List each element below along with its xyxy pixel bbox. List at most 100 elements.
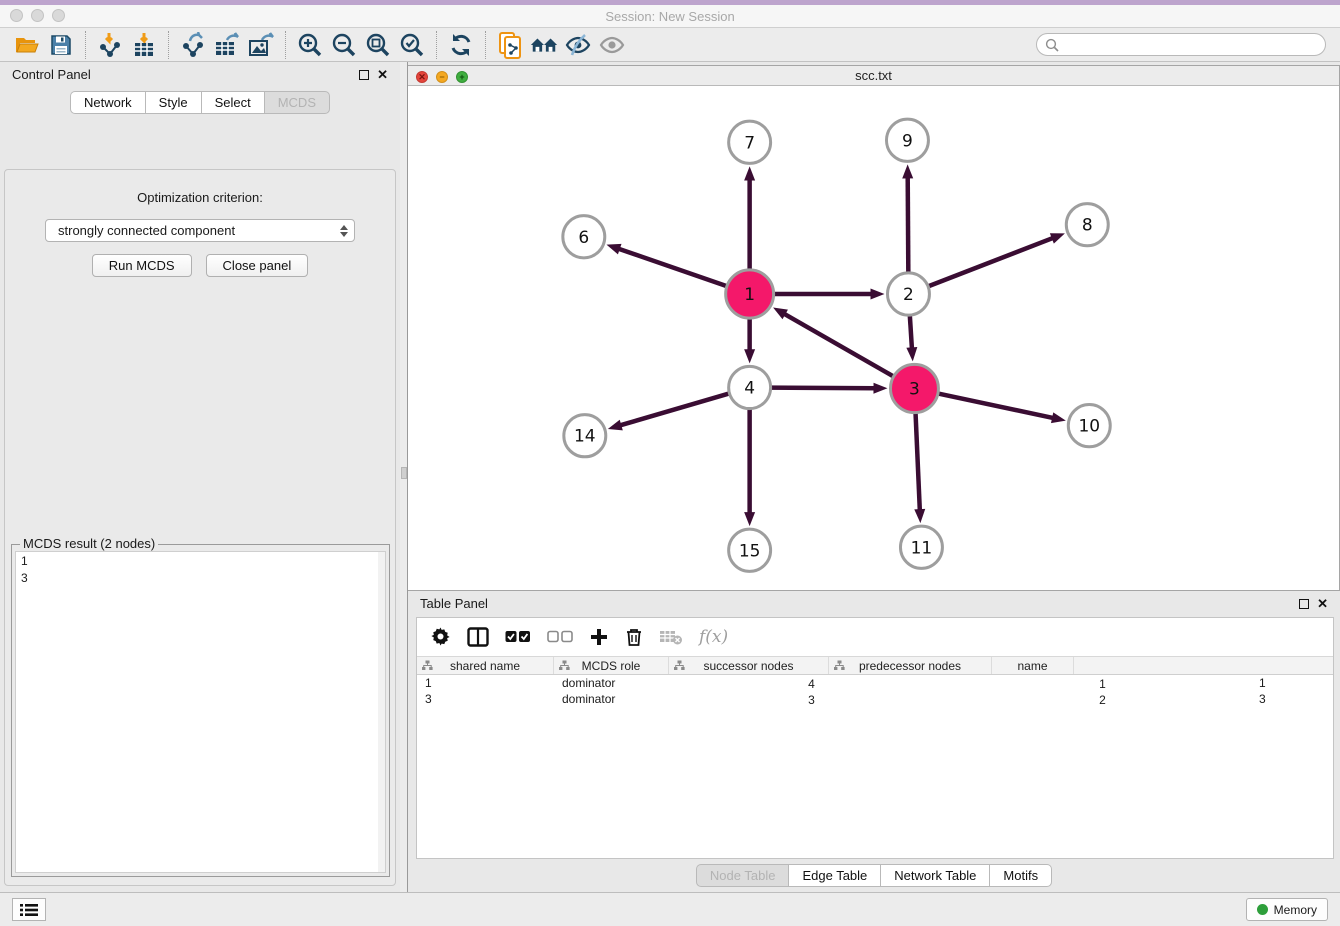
houses-icon [529, 33, 559, 57]
graph-edge-2-9[interactable] [908, 176, 909, 274]
graph-node-label: 9 [902, 131, 913, 151]
graph-edge-3-1[interactable] [783, 313, 895, 377]
tab-style[interactable]: Style [145, 91, 201, 114]
table-toolbar: f(x) [417, 618, 1333, 656]
zoom-selected-button[interactable] [397, 31, 427, 59]
select-all-button[interactable] [505, 630, 531, 644]
search-field[interactable] [1036, 33, 1326, 56]
tree-icon [559, 660, 570, 671]
homes-button[interactable] [529, 31, 559, 59]
import-network-button[interactable] [95, 31, 125, 59]
network-window-titlebar[interactable]: ✕ − + scc.txt [408, 66, 1339, 86]
task-history-button[interactable] [12, 898, 46, 921]
network-minimize-button[interactable]: − [436, 71, 448, 83]
tab-node-table[interactable]: Node Table [696, 864, 789, 887]
graph-edge-4-3[interactable] [769, 387, 876, 388]
copy-network-button[interactable] [495, 31, 525, 59]
show-columns-button[interactable] [467, 627, 489, 647]
network-canvas[interactable]: 7968124314101511 [408, 86, 1339, 590]
graph-edge-4-14[interactable] [619, 392, 731, 425]
tab-network[interactable]: Network [70, 91, 145, 114]
tab-select[interactable]: Select [201, 91, 264, 114]
table-cell: 1 [417, 675, 554, 691]
tab-mcds[interactable]: MCDS [264, 91, 330, 114]
graph-edge-3-10[interactable] [936, 393, 1054, 418]
graph-edge-2-3[interactable] [910, 313, 912, 349]
close-panel-button[interactable]: Close panel [206, 254, 309, 277]
tab-edge-table[interactable]: Edge Table [788, 864, 880, 887]
table-row[interactable]: 3dominator323 [417, 691, 1333, 707]
column-header-name[interactable]: name [992, 657, 1074, 674]
zoom-in-button[interactable] [295, 31, 325, 59]
mcds-result-group-title: MCDS result (2 nodes) [20, 536, 158, 551]
zoom-out-button[interactable] [329, 31, 359, 59]
memory-status-icon [1257, 904, 1268, 915]
criterion-dropdown-value: strongly connected component [58, 223, 235, 238]
add-column-button[interactable] [589, 627, 609, 647]
eye-icon [598, 33, 626, 57]
zoom-fit-button[interactable] [363, 31, 393, 59]
close-window-button[interactable] [10, 9, 23, 22]
delete-column-button[interactable] [625, 627, 643, 647]
control-panel-title: Control Panel [12, 67, 91, 82]
graph-node-label: 7 [744, 133, 755, 153]
graph-edge-1-6[interactable] [618, 248, 729, 286]
float-table-panel-icon[interactable] [1299, 599, 1309, 609]
column-header-successor-nodes[interactable]: successor nodes [669, 657, 829, 674]
table-settings-button[interactable] [431, 627, 451, 647]
tab-motifs[interactable]: Motifs [989, 864, 1052, 887]
graph-edge-3-11[interactable] [915, 410, 919, 511]
memory-button[interactable]: Memory [1246, 898, 1328, 921]
show-all-button[interactable] [597, 31, 627, 59]
refresh-layout-button[interactable] [446, 31, 476, 59]
graph-node-label: 6 [578, 227, 589, 247]
export-image-button[interactable] [246, 31, 276, 59]
save-session-button[interactable] [46, 31, 76, 59]
zoom-window-button[interactable] [52, 9, 65, 22]
close-table-panel-icon[interactable]: ✕ [1317, 597, 1328, 610]
table-row[interactable]: 1dominator411 [417, 675, 1333, 691]
circular-arrows-icon [448, 32, 474, 58]
toolbar-separator [436, 31, 437, 59]
network-window-title: scc.txt [855, 68, 892, 83]
delete-table-button[interactable] [659, 628, 683, 646]
hide-selected-button[interactable] [563, 31, 593, 59]
table-cell: dominator [554, 691, 669, 707]
column-header-predecessor-nodes[interactable]: predecessor nodes [829, 657, 992, 674]
mcds-result-text[interactable]: 1 3 [15, 551, 386, 873]
deselect-all-button[interactable] [547, 630, 573, 644]
graph-edge-2-8[interactable] [926, 237, 1054, 286]
window-titlebar[interactable]: Session: New Session [0, 5, 1340, 28]
main-area: Control Panel ✕ NetworkStyleSelectMCDS O… [0, 62, 1340, 892]
graph-node-label: 15 [739, 541, 761, 561]
table-panel-title: Table Panel [420, 596, 488, 611]
import-table-button[interactable] [129, 31, 159, 59]
graph-edge-arrowhead [914, 508, 925, 522]
column-header-MCDS-role[interactable]: MCDS role [554, 657, 669, 674]
trash-icon [625, 627, 643, 647]
open-file-button[interactable] [12, 31, 42, 59]
graph-edge-arrowhead [744, 166, 755, 180]
splitter-grip-icon[interactable] [401, 467, 407, 479]
split-columns-icon [467, 627, 489, 647]
close-panel-icon[interactable]: ✕ [377, 68, 388, 81]
table-import-icon [131, 32, 157, 58]
export-table-button[interactable] [212, 31, 242, 59]
network-close-button[interactable]: ✕ [416, 71, 428, 83]
network-graph-svg[interactable]: 7968124314101511 [408, 86, 1339, 590]
float-panel-icon[interactable] [359, 70, 369, 80]
result-scrollbar[interactable] [378, 552, 385, 872]
search-input[interactable] [1064, 38, 1317, 52]
window-traffic-lights[interactable] [10, 9, 65, 22]
panel-splitter[interactable] [400, 62, 408, 892]
criterion-dropdown[interactable]: strongly connected component [45, 219, 355, 242]
column-header-shared-name[interactable]: shared name [417, 657, 554, 674]
network-maximize-button[interactable]: + [456, 71, 468, 83]
run-mcds-button[interactable]: Run MCDS [92, 254, 192, 277]
folder-open-icon [14, 33, 40, 57]
tab-network-table[interactable]: Network Table [880, 864, 989, 887]
minimize-window-button[interactable] [31, 9, 44, 22]
network-view-window: ✕ − + scc.txt 7968124314101511 [408, 65, 1340, 591]
apply-function-button[interactable]: f(x) [699, 627, 728, 647]
export-network-button[interactable] [178, 31, 208, 59]
